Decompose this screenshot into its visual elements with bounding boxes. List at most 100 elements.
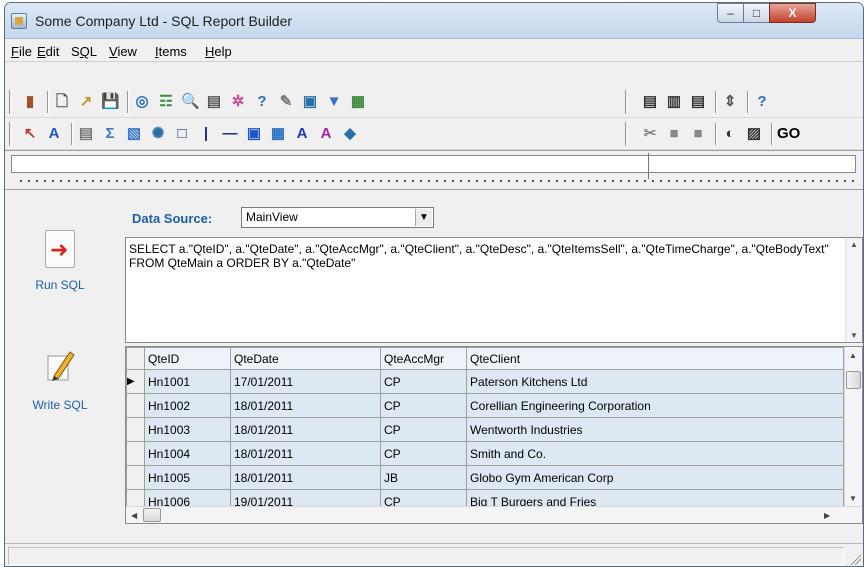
resize-grip[interactable] [849,553,861,565]
table-cell[interactable]: Corellian Engineering Corporation [466,393,844,418]
calendar-icon[interactable]: ▥ [665,93,683,111]
scroll-down-icon[interactable]: ▼ [846,331,862,340]
help-icon[interactable]: ? [753,93,771,111]
current-row-indicator-icon[interactable]: ▶ [126,369,145,394]
label-icon[interactable]: ▣ [245,125,263,143]
scroll-left-icon[interactable]: ◀ [131,511,137,520]
table-row[interactable]: Hn1003 18/01/2011 CP Wentworth Industries [126,417,844,442]
sql-text[interactable]: SELECT a."QteID", a."QteDate", a."QteAcc… [129,242,829,270]
menu-sql[interactable]: SQL [71,44,97,59]
go-icon[interactable]: GO [777,125,800,143]
page-icon[interactable]: ▤ [641,93,659,111]
spin-icon[interactable]: ⇕ [721,93,739,111]
menu-help[interactable]: Help [205,44,232,59]
hatch-icon[interactable]: ▨ [745,125,763,143]
table-cell[interactable]: Paterson Kitchens Ltd [466,369,844,394]
table-cell[interactable]: 18/01/2011 [230,465,381,490]
filter-icon[interactable]: ▼ [325,93,343,111]
row-indicator[interactable] [126,393,145,418]
row-indicator[interactable] [126,441,145,466]
gear-icon[interactable]: ✺ [149,125,167,143]
export-icon[interactable]: ▦ [349,93,367,111]
data-source-select[interactable]: MainView ▼ [241,207,434,228]
scroll-up-icon[interactable]: ▲ [849,351,857,360]
table-cell[interactable]: Hn1002 [144,393,231,418]
table-cell[interactable]: Hn1001 [144,369,231,394]
toolbar-grip[interactable] [625,122,628,146]
cut-icon[interactable]: ✂ [641,125,659,143]
table-cell[interactable]: CP [380,369,467,394]
table-cell[interactable]: JB [380,465,467,490]
chevron-down-icon[interactable]: ▼ [415,209,432,226]
table-cell[interactable]: Hn1005 [144,465,231,490]
write-sql-button[interactable]: Write SQL [15,344,105,412]
sum-icon[interactable]: Σ [101,125,119,143]
table-icon[interactable]: ▤ [205,93,223,111]
chart-icon[interactable]: ▦ [269,125,287,143]
menu-file[interactable]: File [11,44,32,59]
dbimage-icon[interactable]: ◆ [341,125,359,143]
list-icon[interactable]: ▤ [689,93,707,111]
richtext2-icon[interactable]: A [317,125,335,143]
toolbar-grip[interactable] [9,90,12,114]
column-header-qtedate[interactable]: QteDate [230,347,381,370]
table-cell[interactable]: Wentworth Industries [466,417,844,442]
app-icon[interactable] [11,13,27,29]
table-row[interactable]: ▶ Hn1001 17/01/2011 CP Paterson Kitchens Ltd [126,369,844,394]
scroll-down-icon[interactable]: ▼ [849,494,857,503]
row-indicator[interactable] [126,417,145,442]
preview-icon[interactable]: ▣ [301,93,319,111]
menu-items[interactable]: Items [155,44,187,59]
run-sql-button[interactable]: ➜ Run SQL [15,230,105,292]
memo-icon[interactable]: ▤ [77,125,95,143]
table-cell[interactable]: CP [380,441,467,466]
close-button[interactable]: X [769,3,816,23]
table-cell[interactable]: CP [380,393,467,418]
ruler-band[interactable] [11,155,856,173]
row-indicator[interactable] [126,465,145,490]
table-cell[interactable]: Hn1003 [144,417,231,442]
grid-vertical-scrollbar[interactable]: ▲ ▼ [844,347,862,507]
rectangle-icon[interactable]: □ [173,125,191,143]
menu-view[interactable]: View [109,44,137,59]
title-bar[interactable]: Some Company Ltd - SQL Report Builder – … [5,3,863,39]
toolbar-grip[interactable] [625,90,628,114]
scroll-thumb[interactable] [846,371,861,389]
table-cell[interactable]: 18/01/2011 [230,393,381,418]
paste-icon[interactable]: ■ [689,125,707,143]
toolbar-grip[interactable] [9,122,12,146]
exit-icon[interactable]: ▮ [21,93,39,111]
query-icon[interactable]: ? [253,93,271,111]
table-cell[interactable]: 18/01/2011 [230,417,381,442]
new-icon[interactable]: 🗋 [53,93,71,111]
pointer-icon[interactable]: ↖ [21,125,39,143]
table-row[interactable]: Hn1005 18/01/2011 JB Globo Gym American Cor… [126,465,844,490]
table-cell[interactable]: 17/01/2011 [230,369,381,394]
image-icon[interactable]: ▧ [125,125,143,143]
ruler-splitter[interactable] [648,153,658,179]
column-header-qteaccmgr[interactable]: QteAccMgr [380,347,467,370]
table-cell[interactable]: Hn1004 [144,441,231,466]
table-row[interactable]: Hn1002 18/01/2011 CP Corellian Engineering … [126,393,844,418]
table-cell[interactable]: 18/01/2011 [230,441,381,466]
copy-icon[interactable]: ■ [665,125,683,143]
open-icon[interactable]: ↗ [77,93,95,111]
sql-scrollbar[interactable]: ▲ ▼ [845,238,862,342]
sql-editor[interactable]: SELECT a."QteID", a."QteDate", a."QteAcc… [125,237,863,343]
richtext-icon[interactable]: A [293,125,311,143]
search-icon[interactable]: 🔍 [181,93,200,111]
database-icon[interactable]: ☶ [157,93,175,111]
puzzle-icon[interactable]: ✲ [229,93,247,111]
scroll-up-icon[interactable]: ▲ [846,240,862,249]
minimize-button[interactable]: – [717,3,744,23]
results-grid[interactable]: QteID QteDate QteAccMgr QteClient ▶ Hn100… [125,346,863,524]
column-header-qteid[interactable]: QteID [144,347,231,370]
scroll-thumb[interactable] [143,508,161,522]
wizard-icon[interactable]: ✎ [277,93,295,111]
save-icon[interactable]: 💾 [101,93,120,111]
table-cell[interactable]: CP [380,417,467,442]
hline-icon[interactable]: — [221,125,239,143]
text-icon[interactable]: A [45,125,63,143]
scroll-right-icon[interactable]: ▶ [824,511,830,520]
column-header-qteclient[interactable]: QteClient [466,347,844,370]
